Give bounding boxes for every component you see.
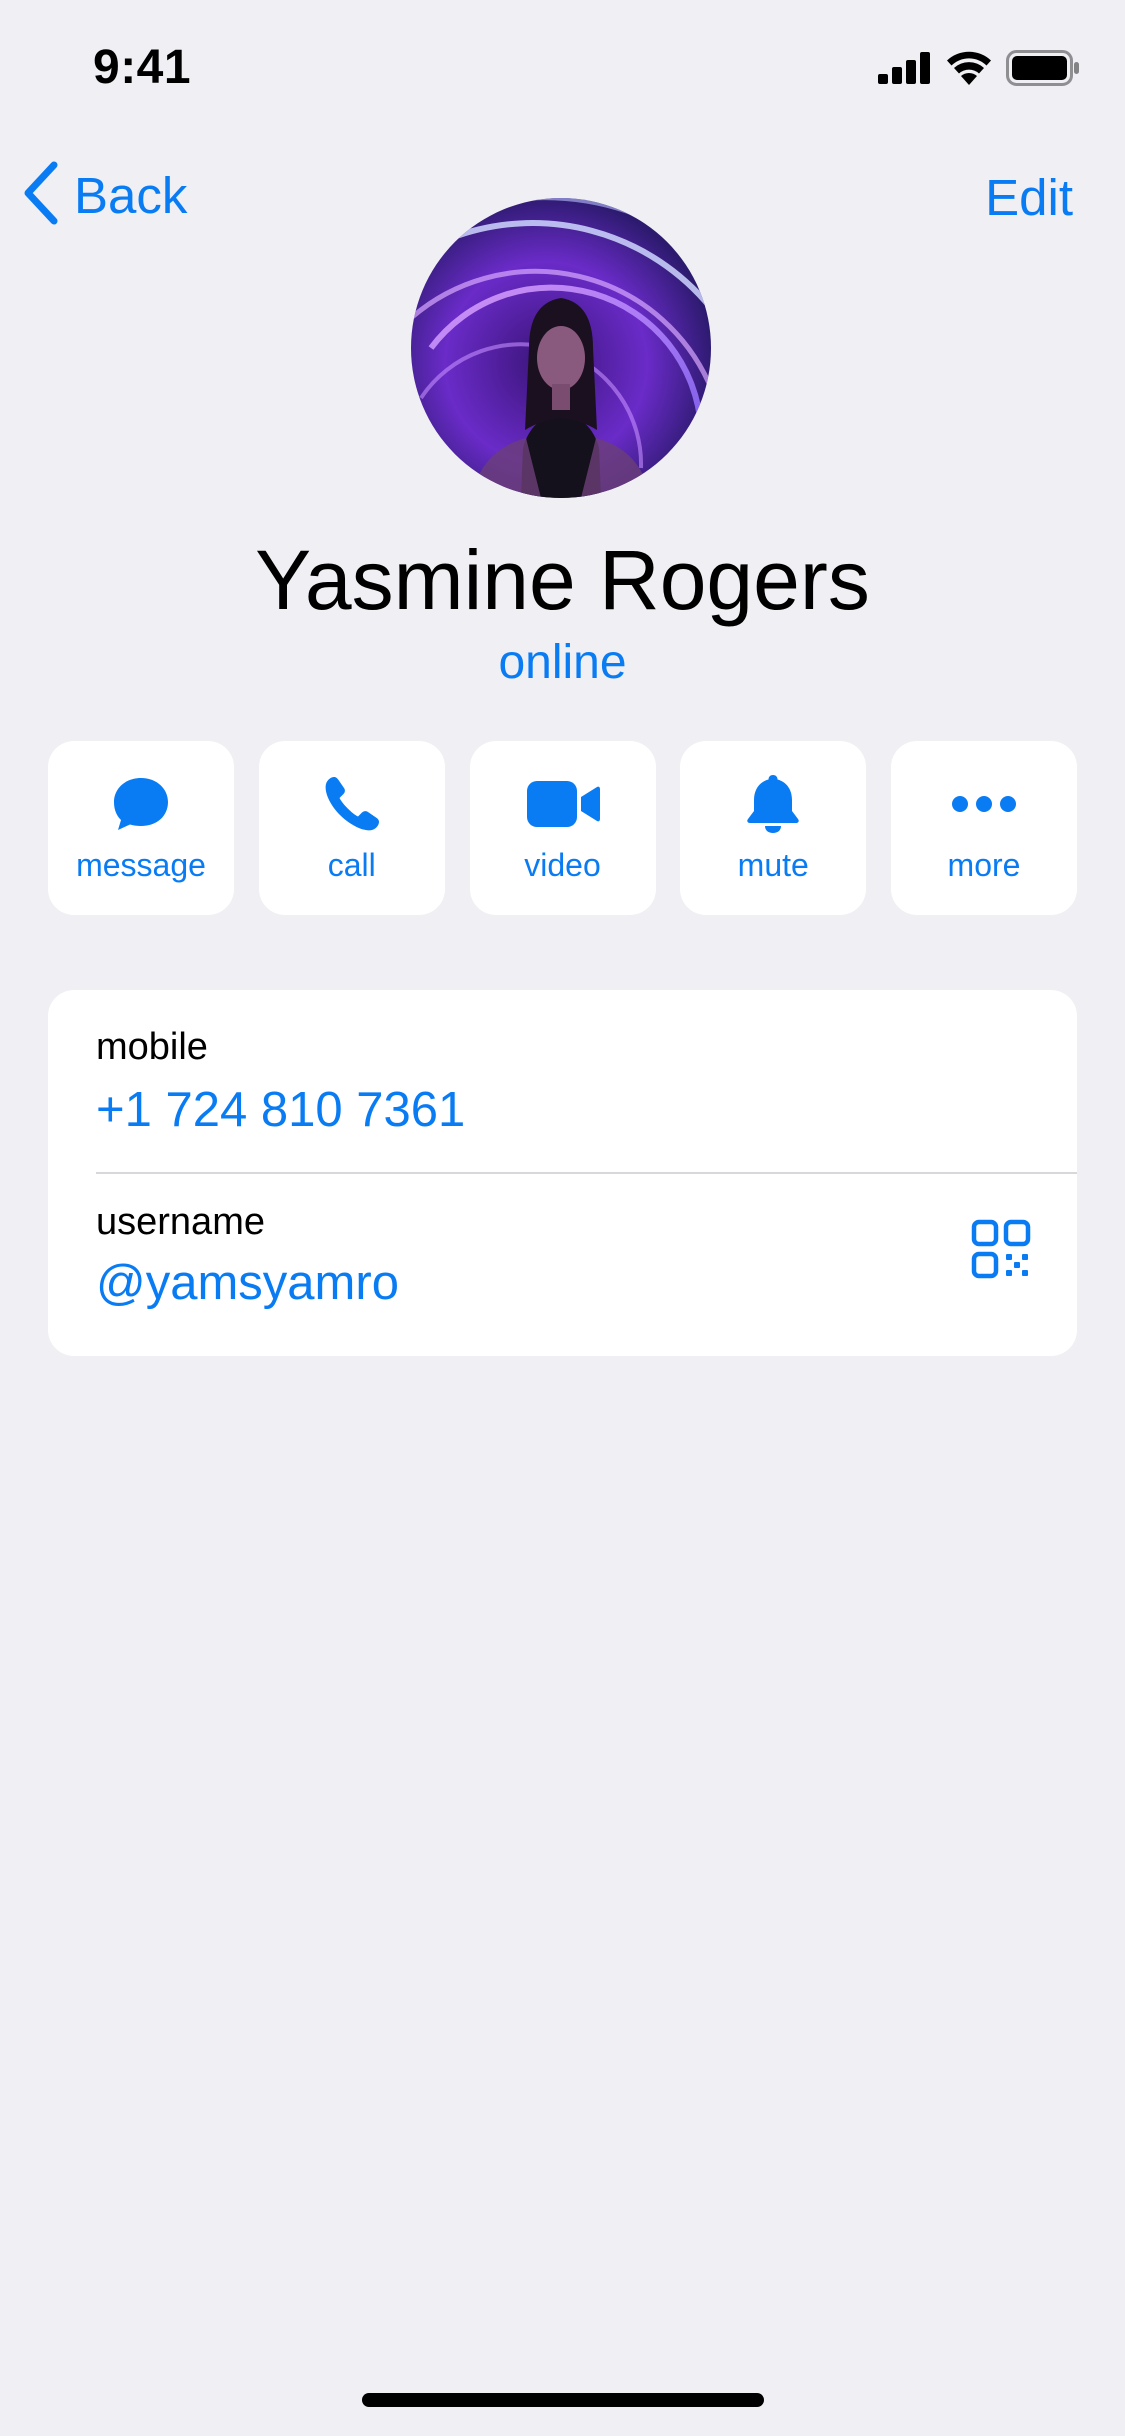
bell-icon (745, 773, 801, 835)
cellular-signal-icon (878, 52, 932, 89)
mute-button[interactable]: mute (680, 741, 867, 915)
battery-icon (1006, 50, 1080, 91)
profile-name: Yasmine Rogers (255, 533, 870, 627)
qr-code-icon[interactable] (971, 1219, 1031, 1279)
back-button[interactable]: Back (22, 160, 187, 231)
message-button[interactable]: message (48, 741, 234, 915)
action-buttons: message call video mute more (48, 741, 1077, 915)
mute-label: mute (737, 847, 809, 883)
video-camera-icon (525, 773, 601, 835)
mobile-label: mobile (96, 1026, 208, 1068)
chat-bubble-icon (111, 773, 171, 835)
username-value[interactable]: @yamsyamro (96, 1255, 399, 1311)
username-row[interactable]: username @yamsyamro (96, 1173, 1077, 1356)
status-time: 9:41 (93, 41, 192, 94)
phone-icon (322, 773, 382, 835)
message-label: message (76, 847, 206, 883)
mobile-row[interactable]: mobile +1 724 810 7361 (96, 990, 1077, 1173)
avatar[interactable] (411, 198, 711, 498)
call-button[interactable]: call (258, 741, 445, 915)
profile-status: online (498, 636, 627, 689)
mobile-number[interactable]: +1 724 810 7361 (96, 1082, 465, 1138)
video-label: video (524, 847, 601, 883)
username-label: username (96, 1201, 265, 1243)
wifi-icon (946, 51, 992, 90)
status-icons (878, 50, 1080, 91)
call-label: call (327, 847, 376, 883)
ellipsis-icon (951, 773, 1017, 835)
home-indicator[interactable] (362, 2393, 764, 2407)
status-bar: 9:41 (0, 0, 1125, 140)
video-button[interactable]: video (469, 741, 656, 915)
more-button[interactable]: more (891, 741, 1077, 915)
contact-info-card: mobile +1 724 810 7361 username @yamsyam… (48, 990, 1077, 1356)
chevron-left-icon (22, 160, 60, 231)
more-label: more (947, 847, 1021, 883)
back-label: Back (74, 167, 188, 224)
edit-button[interactable]: Edit (985, 168, 1073, 227)
